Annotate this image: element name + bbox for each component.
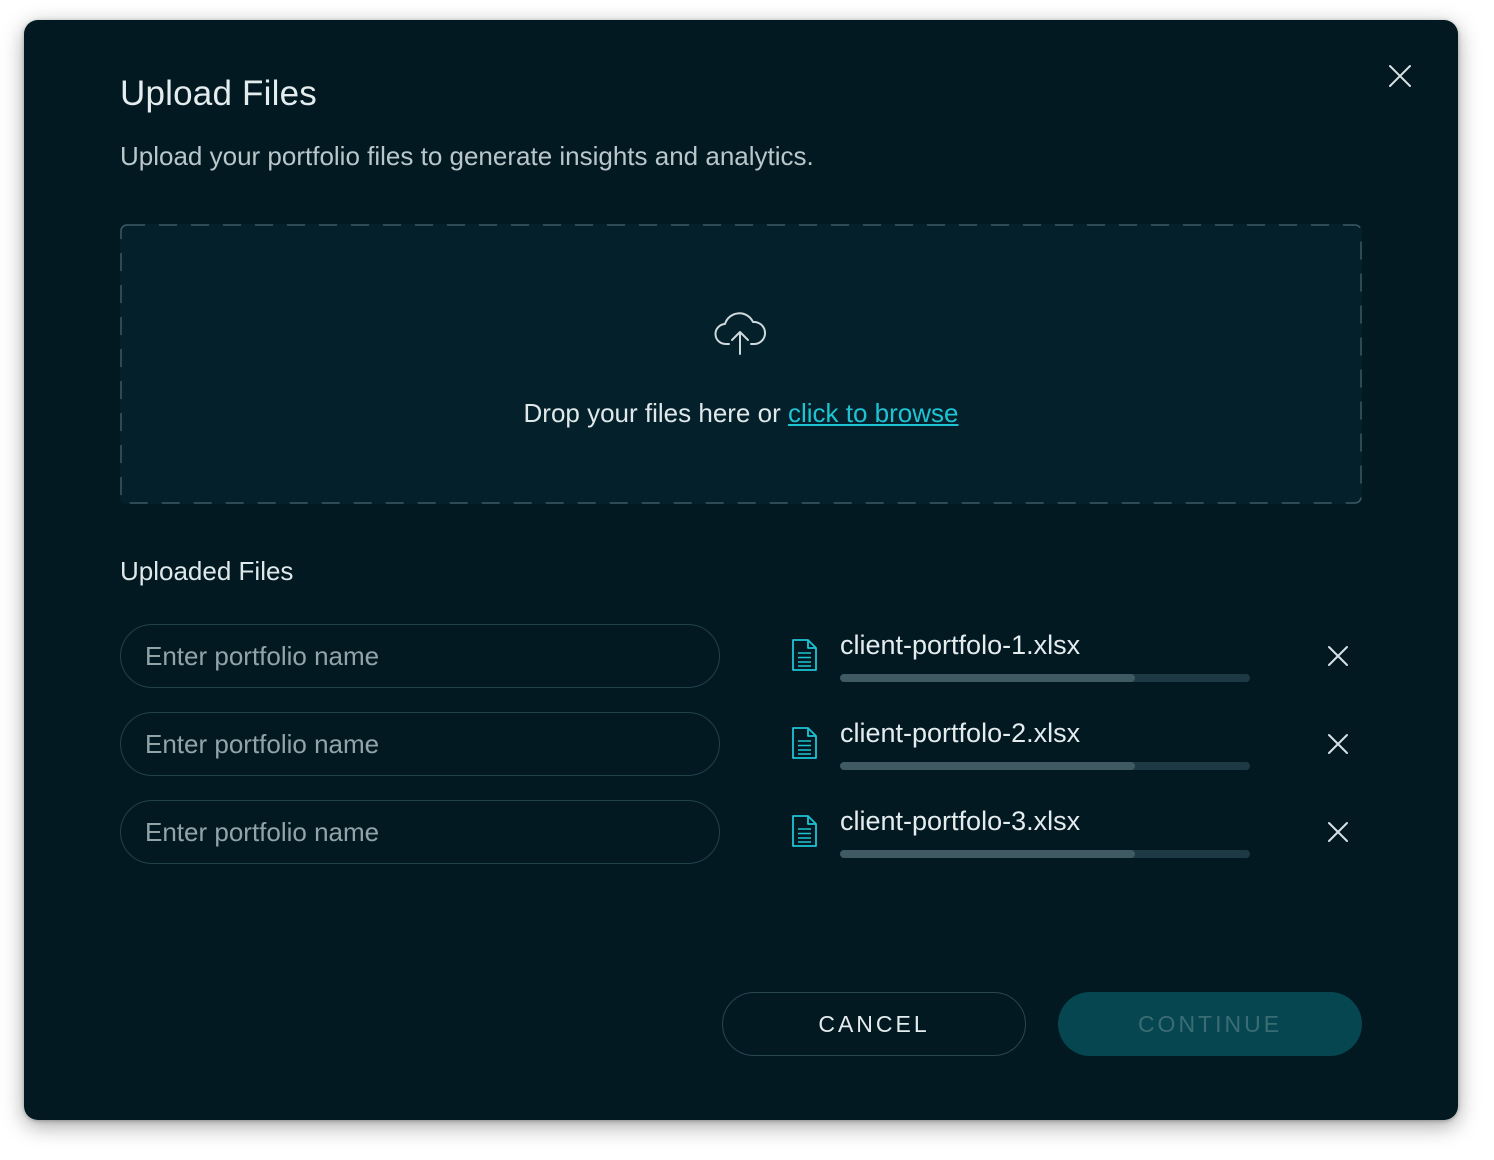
upload-files-dialog: Upload Files Upload your portfolio files… — [24, 20, 1458, 1120]
upload-progress-bar — [840, 674, 1250, 682]
dialog-title: Upload Files — [120, 74, 317, 113]
dropzone-text: Drop your files here or click to browse — [120, 398, 1362, 429]
upload-progress-fill — [840, 762, 1136, 770]
file-document-icon — [790, 726, 818, 760]
cloud-upload-icon — [712, 308, 768, 358]
continue-button[interactable]: CONTINUE — [1058, 992, 1362, 1056]
dropzone-label: Drop your files here or — [523, 398, 788, 428]
file-document-icon — [790, 814, 818, 848]
remove-file-close-icon[interactable] — [1326, 820, 1350, 844]
dialog-subtitle: Upload your portfolio files to generate … — [120, 141, 814, 171]
uploaded-file-row: client-portfolo-2.xlsx — [784, 712, 1384, 776]
browse-link[interactable]: click to browse — [788, 398, 959, 428]
remove-file-close-icon[interactable] — [1326, 644, 1350, 668]
upload-progress-bar — [840, 762, 1250, 770]
upload-progress-fill — [840, 674, 1136, 682]
file-name: client-portfolo-3.xlsx — [840, 806, 1081, 836]
close-icon[interactable] — [1386, 62, 1414, 90]
file-name: client-portfolo-1.xlsx — [840, 630, 1081, 660]
file-name: client-portfolo-2.xlsx — [840, 718, 1081, 748]
uploaded-file-row: client-portfolo-1.xlsx — [784, 624, 1384, 688]
remove-file-close-icon[interactable] — [1326, 732, 1350, 756]
portfolio-name-input[interactable] — [120, 712, 720, 776]
portfolio-name-input[interactable] — [120, 624, 720, 688]
portfolio-name-input[interactable] — [120, 800, 720, 864]
cancel-button[interactable]: CANCEL — [722, 992, 1026, 1056]
upload-progress-bar — [840, 850, 1250, 858]
uploaded-file-row: client-portfolo-3.xlsx — [784, 800, 1384, 864]
file-document-icon — [790, 638, 818, 672]
uploaded-files-title: Uploaded Files — [120, 556, 294, 586]
file-dropzone[interactable]: Drop your files here or click to browse — [120, 224, 1362, 504]
upload-progress-fill — [840, 850, 1136, 858]
